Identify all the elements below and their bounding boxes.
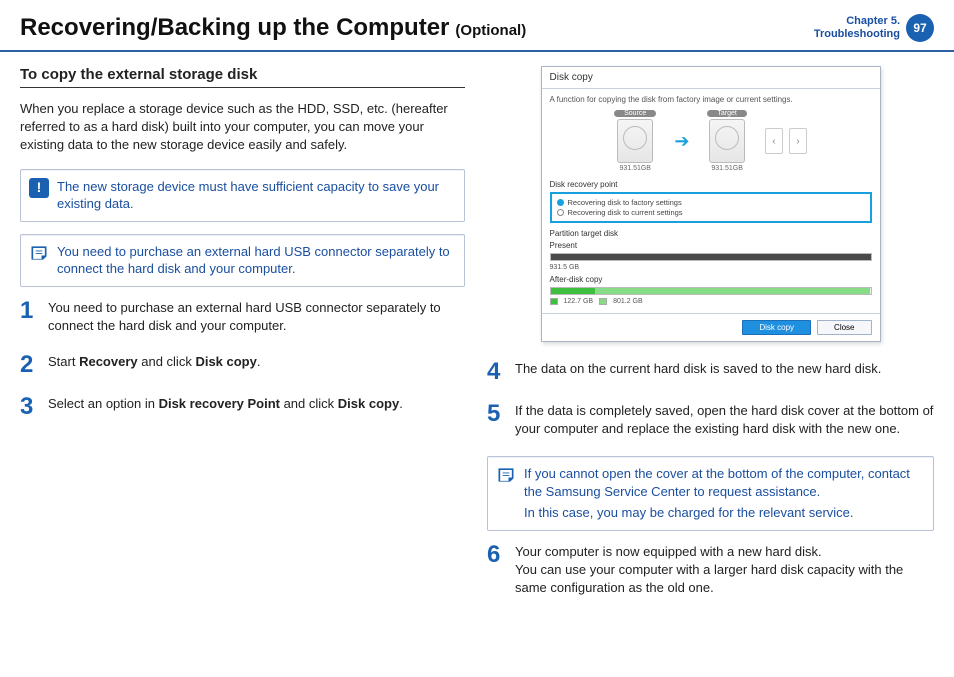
callout-note-right-line2: In this case, you may be charged for the…: [524, 504, 923, 522]
callout-note-right: If you cannot open the cover at the bott…: [487, 456, 934, 531]
step-number: 2: [20, 353, 38, 377]
important-icon: !: [29, 178, 49, 198]
source-badge: Source: [614, 110, 656, 117]
left-column: To copy the external storage disk When y…: [20, 66, 465, 616]
callout-note-text: You need to purchase an external hard US…: [57, 244, 450, 277]
chapter-block: Chapter 5. Troubleshooting 97: [814, 14, 934, 42]
step-number: 1: [20, 299, 38, 335]
step-number: 5: [487, 402, 505, 438]
present-size: 931.5 GB: [550, 264, 580, 271]
chapter-line1: Chapter 5.: [814, 15, 900, 28]
right-column: Disk copy A function for copying the dis…: [487, 66, 934, 616]
step-5: 5 If the data is completely saved, open …: [487, 402, 934, 438]
chapter-line2: Troubleshooting: [814, 28, 900, 41]
radio-current[interactable]: Recovering disk to current settings: [557, 208, 865, 217]
disk-copy-button[interactable]: Disk copy: [742, 320, 811, 335]
close-button[interactable]: Close: [817, 320, 871, 335]
present-label: Present: [550, 241, 872, 250]
window-title: Disk copy: [542, 67, 880, 89]
step-4: 4 The data on the current hard disk is s…: [487, 360, 934, 384]
after-right: 801.2 GB: [613, 298, 643, 305]
step-number: 4: [487, 360, 505, 384]
present-bar: [550, 253, 872, 261]
step-6: 6 Your computer is now equipped with a n…: [487, 543, 934, 598]
callout-important: ! The new storage device must have suffi…: [20, 169, 465, 222]
prev-target-button[interactable]: ‹: [765, 128, 783, 154]
step-6-text: Your computer is now equipped with a new…: [515, 543, 934, 598]
section-subtitle: To copy the external storage disk: [20, 66, 465, 88]
step-1-text: You need to purchase an external hard US…: [48, 299, 465, 335]
target-size: 931.51GB: [711, 165, 743, 172]
target-drive: Target 931.51GB: [707, 110, 746, 172]
window-subtitle: A function for copying the disk from fac…: [550, 95, 872, 104]
callout-important-text: The new storage device must have suffici…: [57, 179, 439, 212]
radio-factory[interactable]: Recovering disk to factory settings: [557, 198, 865, 207]
arrow-right-icon: ➔: [674, 131, 689, 152]
disk-copy-screenshot: Disk copy A function for copying the dis…: [541, 66, 881, 342]
note-icon: [496, 465, 516, 485]
source-drive: Source 931.51GB: [614, 110, 656, 172]
page-number-badge: 97: [906, 14, 934, 42]
hdd-icon: [617, 119, 653, 163]
step-number: 6: [487, 543, 505, 598]
intro-paragraph: When you replace a storage device such a…: [20, 100, 465, 155]
note-icon: [29, 243, 49, 263]
step-3: 3 Select an option in Disk recovery Poin…: [20, 395, 465, 419]
target-badge: Target: [707, 110, 746, 117]
after-bar: [550, 287, 872, 295]
step-2-text: Start Recovery and click Disk copy.: [48, 353, 465, 377]
next-target-button[interactable]: ›: [789, 128, 807, 154]
recovery-point-group: Recovering disk to factory settings Reco…: [550, 192, 872, 223]
page-title: Recovering/Backing up the Computer: [20, 14, 449, 42]
recovery-point-label: Disk recovery point: [550, 180, 872, 189]
after-label: After-disk copy: [550, 275, 872, 284]
partition-label: Partition target disk: [550, 229, 872, 238]
step-5-text: If the data is completely saved, open th…: [515, 402, 934, 438]
page-title-suffix: (Optional): [455, 22, 526, 39]
step-1: 1 You need to purchase an external hard …: [20, 299, 465, 335]
source-size: 931.51GB: [619, 165, 651, 172]
step-2: 2 Start Recovery and click Disk copy.: [20, 353, 465, 377]
callout-note-right-line1: If you cannot open the cover at the bott…: [524, 465, 923, 500]
step-3-text: Select an option in Disk recovery Point …: [48, 395, 465, 419]
hdd-icon: [709, 119, 745, 163]
after-left: 122.7 GB: [564, 298, 594, 305]
page-header: Recovering/Backing up the Computer (Opti…: [0, 0, 954, 52]
target-pager: ‹ ›: [765, 128, 807, 154]
callout-note: You need to purchase an external hard US…: [20, 234, 465, 287]
step-4-text: The data on the current hard disk is sav…: [515, 360, 934, 384]
step-number: 3: [20, 395, 38, 419]
